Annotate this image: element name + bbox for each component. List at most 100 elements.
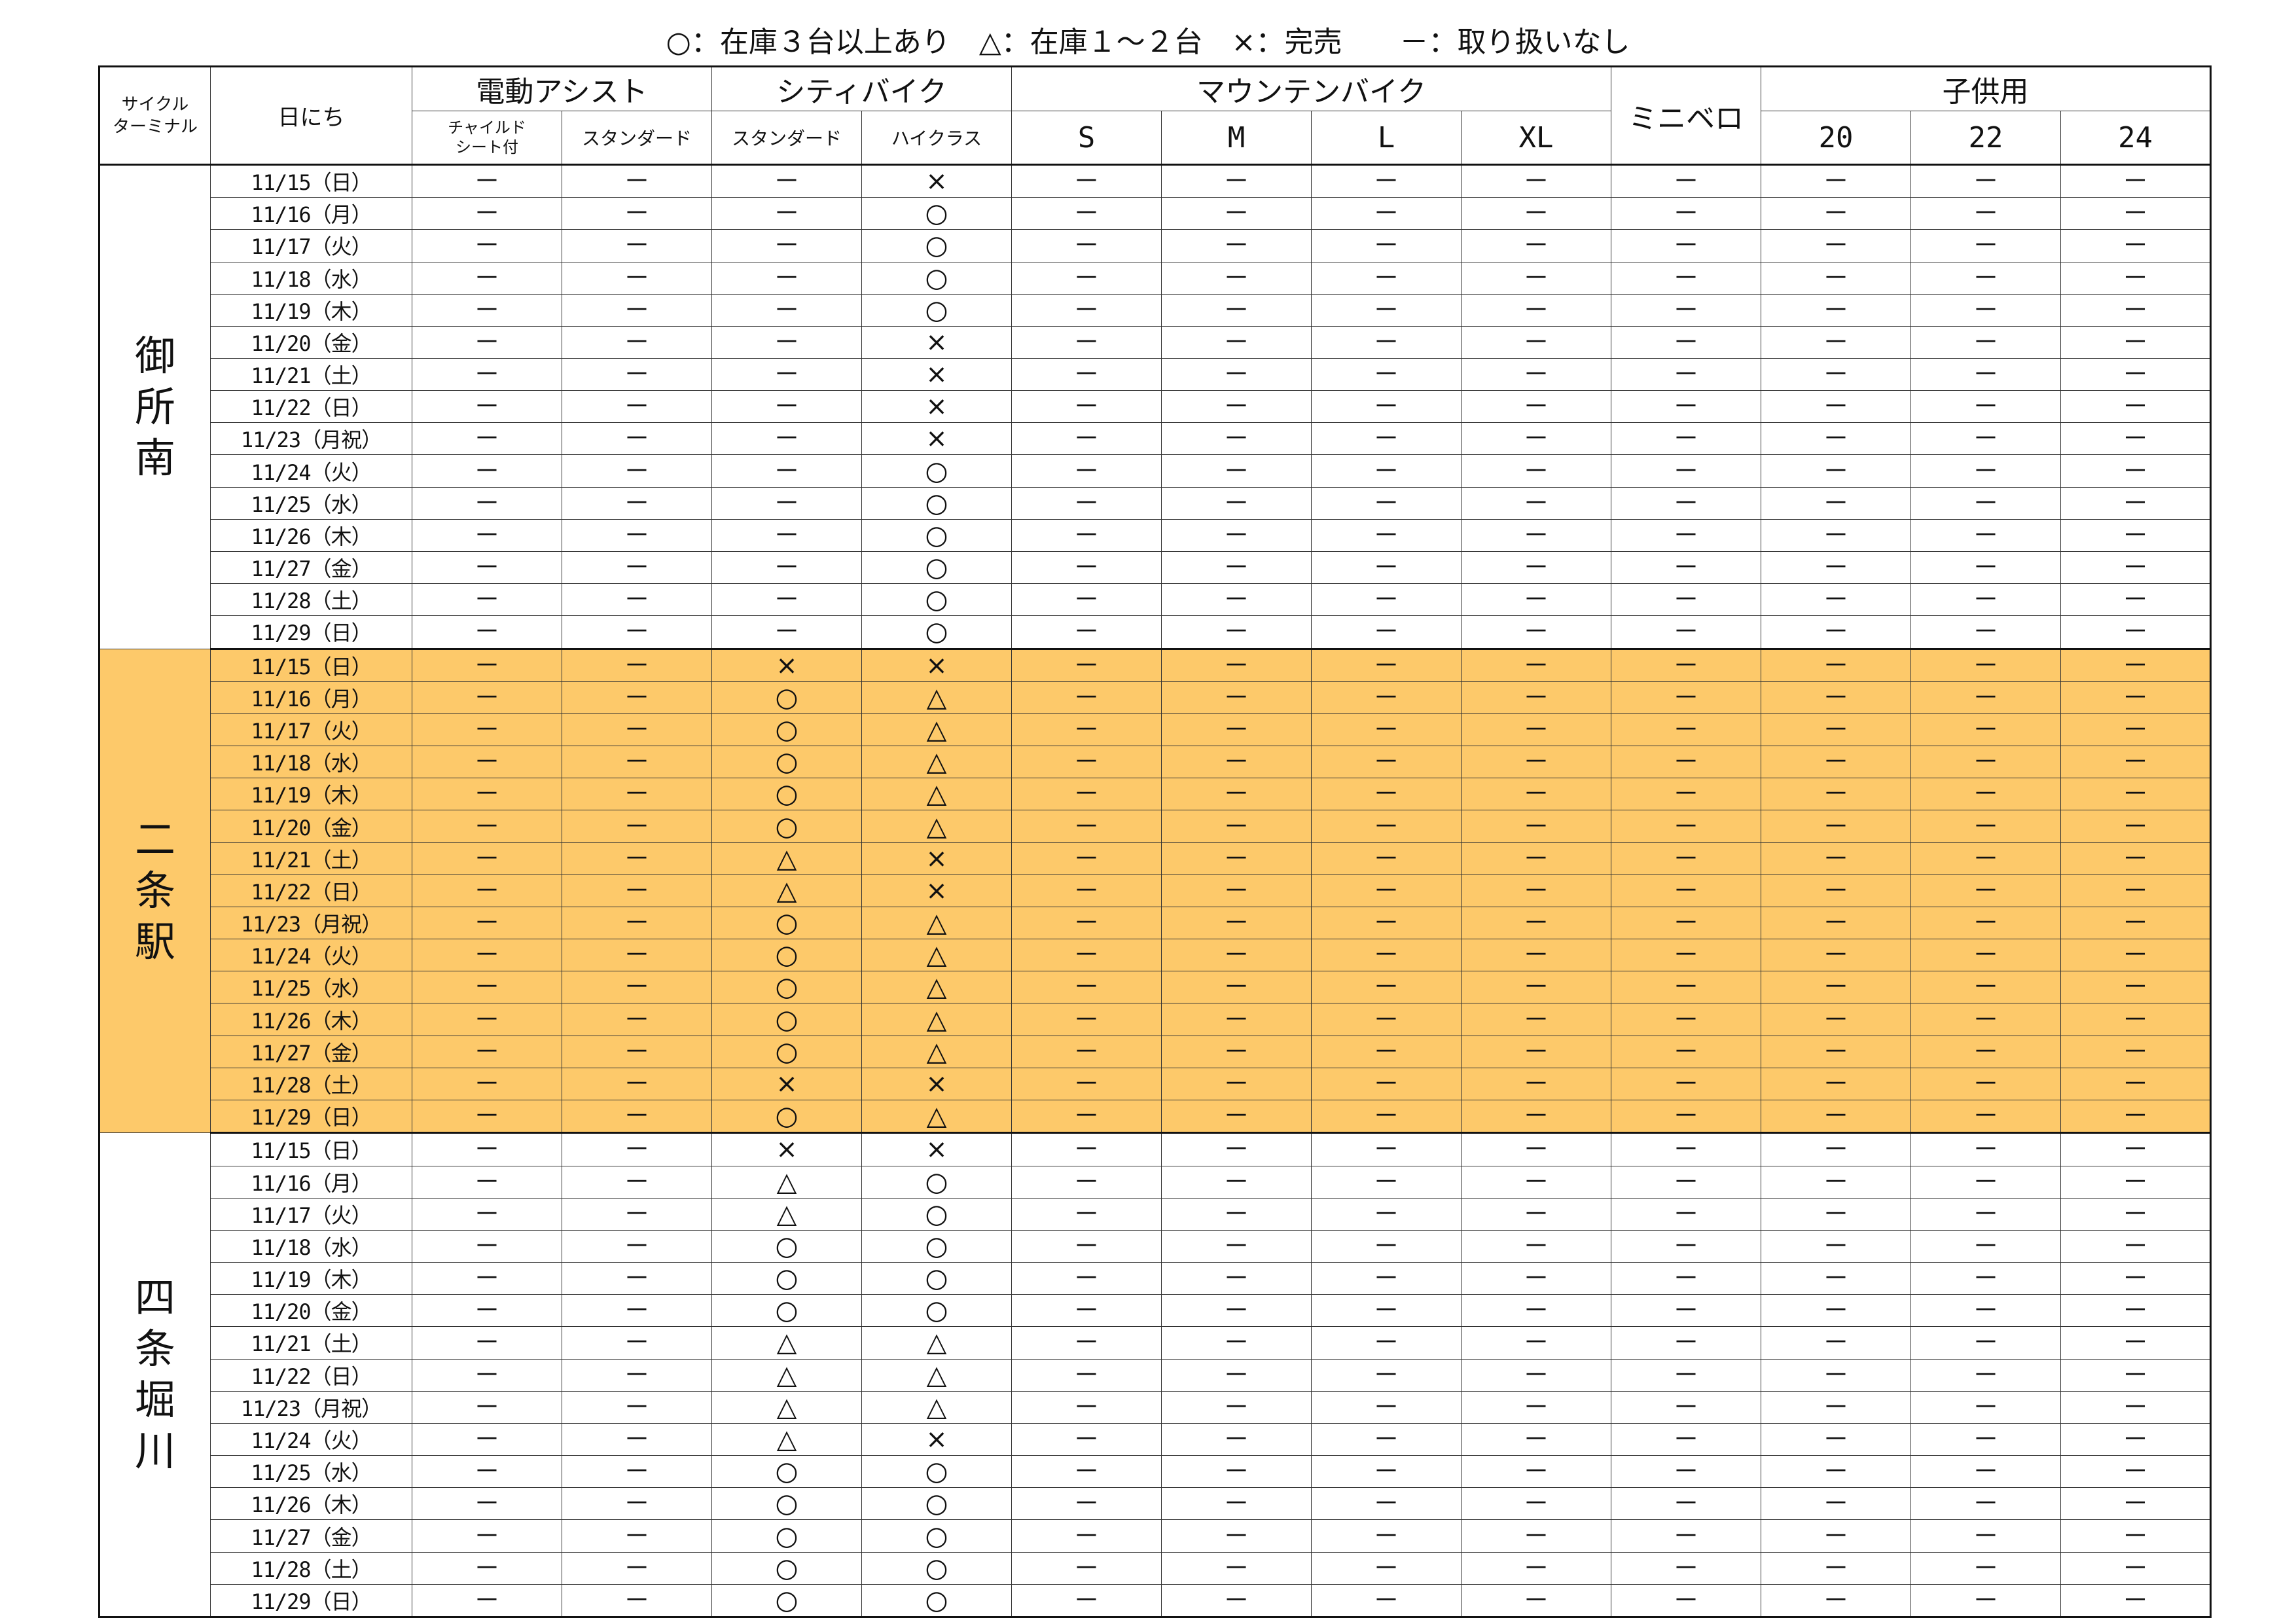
stock-cell: － <box>412 422 562 456</box>
stock-cell: － <box>1311 550 1462 585</box>
stock-cell: － <box>1910 454 2062 488</box>
stock-cell: － <box>1311 681 1462 715</box>
stock-cell: － <box>1611 1294 1762 1327</box>
stock-cell: － <box>2060 1326 2212 1360</box>
stock-cell: － <box>412 1358 562 1392</box>
stock-cell: － <box>1161 390 1312 424</box>
stock-cell: － <box>1311 713 1462 747</box>
stock-cell: － <box>1910 1003 2062 1036</box>
stock-cell: － <box>1761 1326 1912 1360</box>
date-cell: 11/25（水） <box>210 1455 412 1489</box>
stock-cell: － <box>562 1519 712 1553</box>
stock-cell: － <box>2060 1422 2212 1456</box>
stock-cell: － <box>1311 422 1462 456</box>
stock-cell: － <box>1611 1132 1762 1166</box>
table-row: 11/22（日）－－ △ △ －－－－－－－－ <box>99 1358 2212 1392</box>
stock-cell: － <box>1311 1067 1462 1100</box>
stock-cell: ○ <box>861 1583 1013 1619</box>
header-sub-city-standard: スタンダード <box>711 111 862 166</box>
stock-cell: － <box>2060 197 2212 230</box>
stock-cell: － <box>1611 1390 1762 1424</box>
stock-cell: － <box>2060 810 2212 843</box>
stock-cell: － <box>1611 518 1762 552</box>
stock-cell: － <box>1761 1551 1912 1585</box>
stock-cell: － <box>1011 842 1162 875</box>
stock-cell: － <box>2060 1583 2212 1619</box>
stock-cell: － <box>1761 1035 1912 1068</box>
stock-cell: ○ <box>861 454 1013 488</box>
stock-cell: － <box>562 1487 712 1521</box>
stock-cell: － <box>412 1455 562 1489</box>
stock-cell: － <box>1461 1035 1612 1068</box>
stock-cell: － <box>1011 164 1162 198</box>
stock-cell: － <box>562 1035 712 1068</box>
stock-cell: － <box>1910 1551 2062 1585</box>
stock-cell: △ <box>711 1197 862 1231</box>
stock-cell: － <box>1611 778 1762 811</box>
stock-cell: － <box>562 1358 712 1392</box>
stock-cell: － <box>1161 778 1312 811</box>
stock-cell: － <box>1761 746 1912 779</box>
stock-cell: － <box>412 1519 562 1553</box>
stock-cell: － <box>1761 1487 1912 1521</box>
stock-cell: － <box>1161 842 1312 875</box>
stock-cell: － <box>1611 1229 1762 1263</box>
stock-cell: － <box>2060 746 2212 779</box>
stock-cell: － <box>1761 971 1912 1004</box>
date-cell: 11/27（金） <box>210 550 412 585</box>
date-cell: 11/29（日） <box>210 1099 412 1134</box>
stock-cell: － <box>1311 648 1462 682</box>
stock-cell: － <box>562 1455 712 1489</box>
stock-cell: － <box>1011 293 1162 327</box>
stock-cell: － <box>1461 874 1612 907</box>
stock-cell: － <box>412 1390 562 1424</box>
stock-cell: － <box>1461 1067 1612 1100</box>
stock-cell: － <box>1910 1035 2062 1068</box>
table-row: 11/22（日）－－ △ × －－－－－－－－ <box>99 874 2212 907</box>
stock-cell: － <box>1011 261 1162 295</box>
stock-cell: － <box>1161 1003 1312 1036</box>
stock-cell: － <box>2060 164 2212 198</box>
stock-cell: － <box>2060 778 2212 811</box>
stock-cell: － <box>412 713 562 747</box>
stock-cell: － <box>1461 486 1612 520</box>
terminal-name: 四条堀川 <box>99 1132 211 1617</box>
stock-cell: － <box>562 1197 712 1231</box>
date-cell: 11/25（水） <box>210 486 412 520</box>
stock-cell: － <box>412 1035 562 1068</box>
stock-cell: － <box>1011 681 1162 715</box>
stock-cell: － <box>1311 583 1462 617</box>
stock-cell: － <box>1461 778 1612 811</box>
stock-cell: － <box>1311 1229 1462 1263</box>
stock-cell: － <box>1161 261 1312 295</box>
stock-cell: － <box>1910 1455 2062 1489</box>
table-row: 11/20（金）－－－ × －－－－－－－－ <box>99 325 2212 359</box>
table-row: 11/23（月祝）－－ ○ △ －－－－－－－－ <box>99 906 2212 940</box>
stock-cell: － <box>1161 681 1312 715</box>
table-row: 11/20（金）－－ ○ △ －－－－－－－－ <box>99 810 2212 843</box>
stock-cell: － <box>562 778 712 811</box>
stock-cell: △ <box>861 681 1013 715</box>
stock-cell: － <box>1161 1165 1312 1199</box>
table-row: 11/19（木）－－ ○ △ －－－－－－－－ <box>99 778 2212 811</box>
stock-cell: － <box>1611 1326 1762 1360</box>
stock-cell: － <box>1910 874 2062 907</box>
stock-cell: × <box>711 648 862 682</box>
stock-cell: － <box>2060 1551 2212 1585</box>
stock-cell: － <box>412 486 562 520</box>
stock-cell: － <box>562 229 712 262</box>
stock-cell: － <box>562 615 712 650</box>
stock-cell: － <box>562 1229 712 1263</box>
stock-cell: ○ <box>711 1229 862 1263</box>
stock-cell: － <box>562 939 712 972</box>
stock-cell: ○ <box>711 939 862 972</box>
stock-cell: － <box>1311 1035 1462 1068</box>
stock-cell: ○ <box>711 778 862 811</box>
date-cell: 11/23（月祝） <box>210 422 412 456</box>
stock-cell: △ <box>711 1165 862 1199</box>
table-row: 11/21（土）－－－ × －－－－－－－－ <box>99 357 2212 391</box>
stock-cell: － <box>412 842 562 875</box>
stock-cell: － <box>1761 550 1912 585</box>
stock-cell: － <box>711 454 862 488</box>
stock-cell: － <box>1611 681 1762 715</box>
